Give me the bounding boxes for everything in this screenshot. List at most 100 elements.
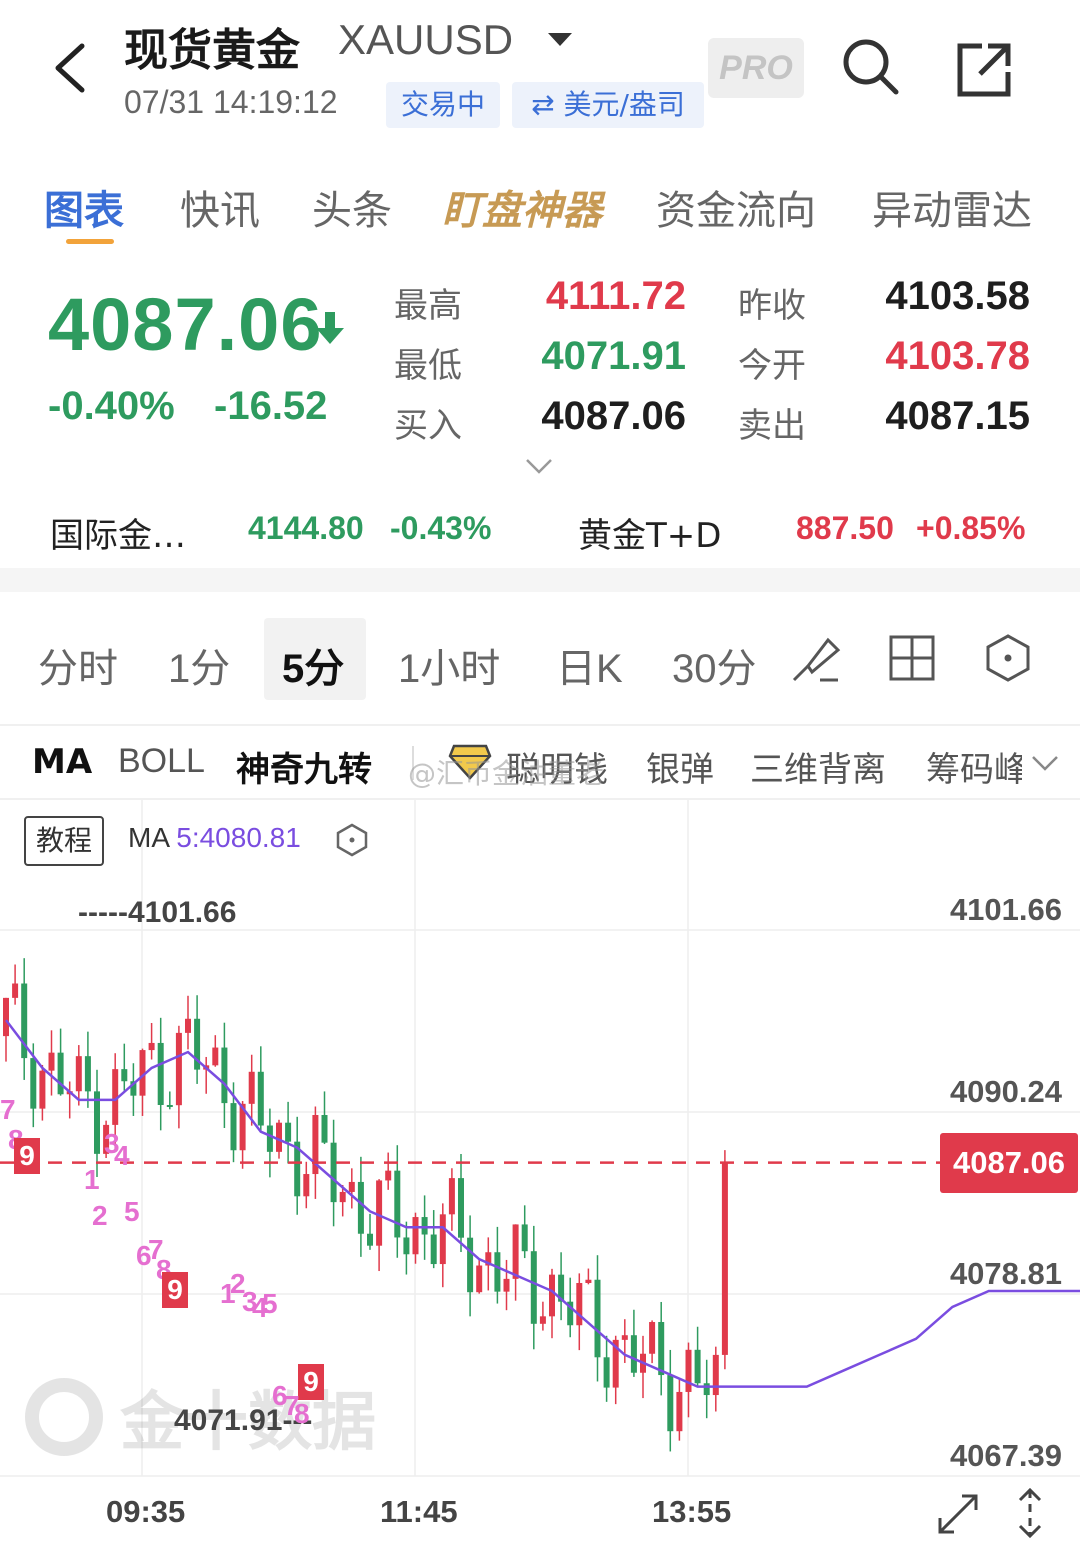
candle-body <box>394 1170 401 1238</box>
candle-body <box>367 1233 373 1246</box>
fullscreen-icon[interactable] <box>934 1490 982 1538</box>
candle-body <box>266 1125 273 1152</box>
candle-body <box>330 1142 337 1203</box>
period-timeshare[interactable]: 分时 <box>38 636 118 694</box>
y-axis-label: 4078.81 <box>949 1256 1062 1291</box>
candle-body <box>3 997 9 1037</box>
period-30min[interactable]: 30分 <box>672 636 758 694</box>
tab-anomaly-radar[interactable]: 异动雷达 <box>872 178 1032 236</box>
ma5-line <box>5 1019 1080 1388</box>
period-high-marker: -----4101.66 <box>78 896 237 929</box>
related-price-intl-gold: 4144.80 <box>248 510 364 546</box>
candle-body <box>385 1170 392 1181</box>
candle-body <box>476 1265 483 1293</box>
indicator-boll[interactable]: BOLL <box>118 742 205 781</box>
related-name-intl-gold[interactable]: 国际金… <box>50 508 186 557</box>
current-price-tag: 4087.06 <box>940 1133 1078 1193</box>
unit-toggle-badge[interactable]: ⇄ 美元/盎司 <box>512 82 704 128</box>
candle-body <box>321 1115 328 1143</box>
indicator-ma[interactable]: MA <box>32 742 92 782</box>
candle-body <box>458 1178 464 1238</box>
candle-body <box>257 1071 264 1126</box>
candle-body <box>12 983 19 998</box>
indicator-more-chevron-icon[interactable] <box>1030 752 1060 774</box>
candle-body <box>649 1322 656 1354</box>
related-change-intl-gold: -0.43% <box>390 510 492 546</box>
candle-body <box>467 1237 474 1293</box>
ask-label: 卖出 <box>738 406 806 446</box>
candle-body <box>84 1056 91 1092</box>
candle-body <box>712 1354 719 1396</box>
period-1min[interactable]: 1分 <box>168 636 230 694</box>
candle-body <box>75 1056 82 1092</box>
candle-body <box>685 1349 692 1392</box>
candle-body <box>594 1279 601 1358</box>
candle-body <box>576 1282 583 1326</box>
td-count: 8 <box>294 1398 310 1429</box>
ma-legend-prefix: MA <box>128 822 169 853</box>
candle-body <box>412 1217 419 1255</box>
candle-body <box>30 1058 37 1109</box>
candle-body <box>303 1174 310 1197</box>
candle-body <box>703 1383 710 1396</box>
td-nine-marker: 9 <box>298 1364 324 1400</box>
period-daily[interactable]: 日K <box>556 636 623 694</box>
candle-body <box>585 1279 592 1283</box>
candle-body <box>403 1237 410 1255</box>
page-title: 现货黄金 <box>124 25 300 76</box>
caret-down-icon[interactable] <box>545 30 575 50</box>
candle-body <box>439 1214 446 1265</box>
candle-body <box>230 1103 237 1151</box>
layout-grid-icon[interactable] <box>886 632 938 684</box>
share-icon[interactable] <box>952 38 1016 102</box>
candle-body <box>521 1224 528 1252</box>
tab-chart[interactable]: 图表 <box>44 178 124 236</box>
bid-value: 4087.06 <box>541 394 686 438</box>
indicator-silver-bullet[interactable]: 银弹 <box>646 742 714 791</box>
candle-body <box>494 1252 501 1292</box>
open-value: 4103.78 <box>885 334 1030 378</box>
related-name-gold-td[interactable]: 黄金T+D <box>578 508 721 557</box>
search-icon[interactable] <box>838 34 902 98</box>
td-nine-marker: 9 <box>162 1272 188 1308</box>
tab-active-indicator <box>66 239 114 244</box>
back-arrow-icon[interactable] <box>44 40 100 96</box>
tab-headlines[interactable]: 头条 <box>312 178 392 236</box>
candle-body <box>212 1047 219 1066</box>
candle-body <box>630 1335 637 1373</box>
change-amount: -16.52 <box>214 384 328 428</box>
td-count: 4 <box>114 1140 130 1171</box>
indicator-chip-peak[interactable]: 筹码峰 <box>926 742 1022 791</box>
candle-body <box>121 1069 128 1082</box>
bid-label: 买入 <box>394 406 462 446</box>
candle-body <box>185 1018 191 1033</box>
pro-button[interactable]: PRO <box>708 38 804 98</box>
indicator-td-sequential[interactable]: 神奇九转 <box>236 742 372 791</box>
section-separator <box>0 568 1080 592</box>
candle-body <box>285 1122 292 1142</box>
candle-body <box>549 1274 555 1317</box>
period-1hour[interactable]: 1小时 <box>398 636 500 694</box>
tutorial-button[interactable]: 教程 <box>24 816 104 866</box>
candle-body <box>157 1042 164 1105</box>
period-5min[interactable]: 5分 <box>282 636 344 694</box>
ma-settings-icon[interactable] <box>334 822 370 858</box>
candle-body <box>667 1375 674 1432</box>
indicator-3d-divergence[interactable]: 三维背离 <box>750 742 886 791</box>
candle-body <box>430 1234 437 1265</box>
expand-chevron-icon[interactable] <box>524 456 554 476</box>
candle-body <box>339 1191 346 1203</box>
candle-body <box>603 1357 610 1388</box>
td-nine-marker: 9 <box>14 1138 40 1174</box>
change-percent: -0.40% <box>48 384 175 428</box>
draw-tool-icon[interactable] <box>790 632 842 684</box>
symbol-selector[interactable]: XAUUSD <box>338 16 513 64</box>
candle-body <box>57 1052 64 1095</box>
tab-fund-flow[interactable]: 资金流向 <box>656 178 816 236</box>
vertical-scale-icon[interactable] <box>1012 1486 1048 1540</box>
related-change-gold-td: +0.85% <box>916 510 1026 546</box>
tab-flash-news[interactable]: 快讯 <box>180 178 260 236</box>
tab-watch-tool[interactable]: 盯盘神器 <box>442 178 602 236</box>
related-price-gold-td: 887.50 <box>796 510 894 546</box>
settings-hexagon-icon[interactable] <box>982 632 1034 684</box>
